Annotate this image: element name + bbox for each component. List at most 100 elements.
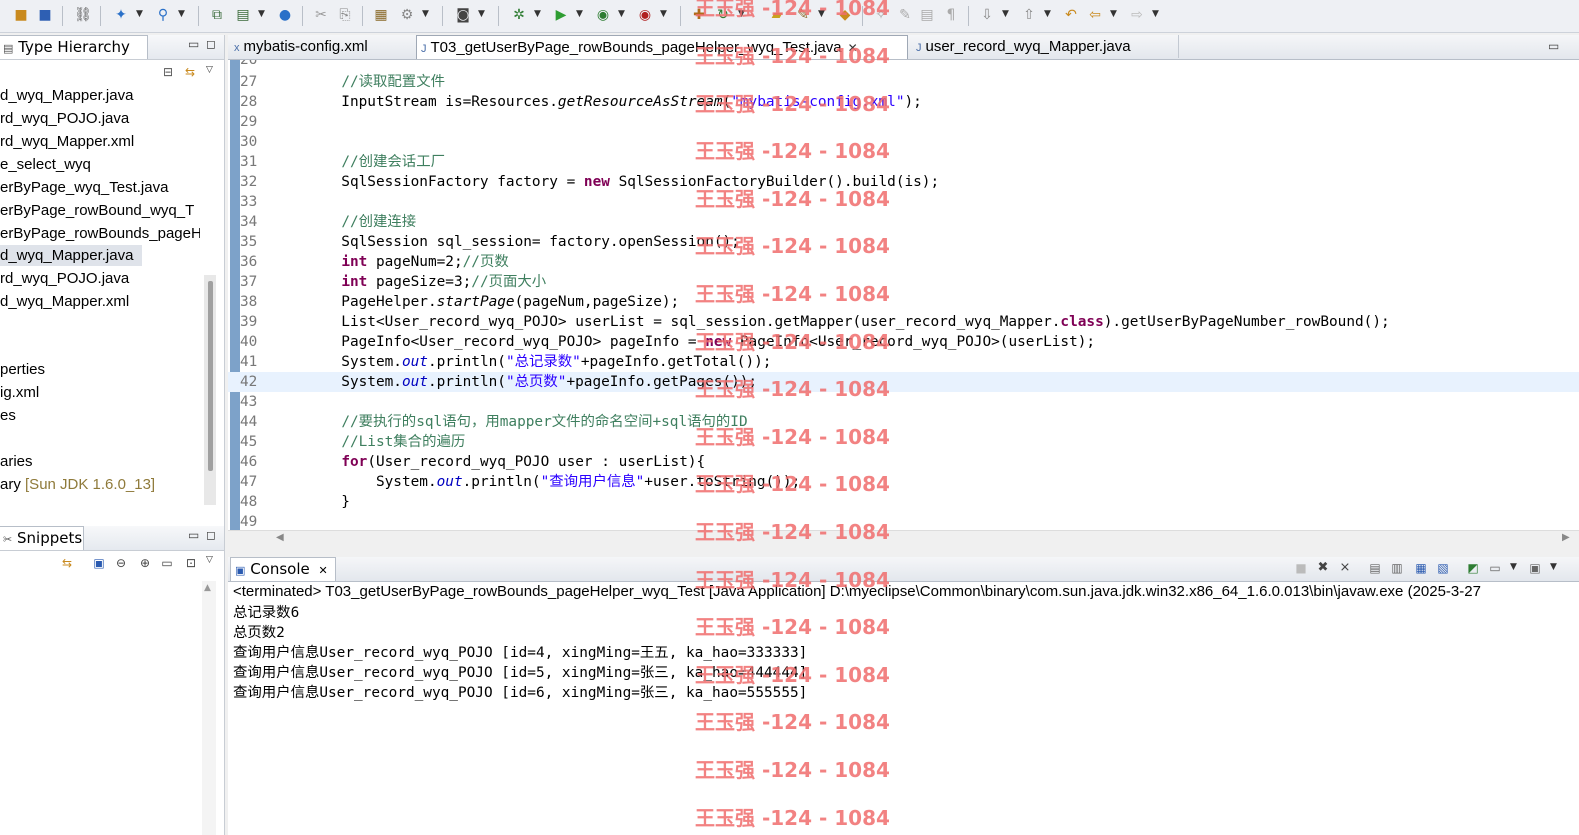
wand-icon[interactable]: ✦ xyxy=(112,6,130,24)
zoom-in-icon[interactable]: ⊕ xyxy=(136,554,154,572)
class-icon[interactable]: ■ xyxy=(36,6,54,24)
tree-item[interactable]: rd_wyq_POJO.java xyxy=(0,268,200,289)
code-line[interactable]: 38 PageHelper.startPage(pageNum,pageSize… xyxy=(228,292,1579,312)
chevron-down-icon[interactable]: ▼ xyxy=(1152,9,1159,19)
chevron-down-icon[interactable]: ▼ xyxy=(660,9,667,19)
code-line[interactable]: 37 int pageSize=3;//页面大小 xyxy=(228,272,1579,292)
chevron-down-icon[interactable]: ▼ xyxy=(576,9,583,19)
tab-test-java[interactable]: J T03_getUserByPage_rowBounds_pageHelper_… xyxy=(416,35,908,59)
console-output[interactable]: <terminated> T03_getUserByPage_rowBounds… xyxy=(228,582,1579,835)
camera-icon[interactable]: ◙ xyxy=(454,6,472,24)
tab-console[interactable]: ▣ Console ✕ xyxy=(230,557,336,581)
refresh-icon[interactable]: ↻ xyxy=(714,6,732,24)
chevron-down-icon[interactable]: ▼ xyxy=(618,9,625,19)
annotate-icon[interactable]: ✧ xyxy=(872,6,890,24)
chevron-down-icon[interactable]: ▼ xyxy=(1002,9,1009,19)
chevron-down-icon[interactable]: ▼ xyxy=(818,9,825,19)
code-line[interactable]: 46 for(User_record_wyq_POJO user : userL… xyxy=(228,452,1579,472)
chevron-down-icon[interactable]: ▼ xyxy=(258,9,265,19)
gear-icon[interactable]: ⚙ xyxy=(398,6,416,24)
code-line[interactable]: 32 SqlSessionFactory factory = new SqlSe… xyxy=(228,172,1579,192)
code-line[interactable]: 26 xyxy=(228,60,1579,70)
pin-console-icon[interactable]: ◩ xyxy=(1464,559,1482,577)
tree-item[interactable]: erByPage_wyq_Test.java xyxy=(0,177,200,198)
pin-icon[interactable]: ◆ xyxy=(836,6,854,24)
clear-console-icon[interactable]: ▤ xyxy=(1366,559,1384,577)
chevron-down-icon[interactable]: ▼ xyxy=(478,9,485,19)
show-stderr-icon[interactable]: ▧ xyxy=(1434,559,1452,577)
list-icon[interactable]: ▤ xyxy=(918,6,936,24)
tab-mybatis-config[interactable]: x mybatis-config.xml xyxy=(230,35,418,58)
chevron-down-icon[interactable]: ▼ xyxy=(178,9,185,19)
tree-item-jre[interactable]: ary [Sun JDK 1.6.0_13] xyxy=(0,474,200,495)
code-line[interactable]: 31 //创建会话工厂 xyxy=(228,152,1579,172)
terminate-icon[interactable]: ■ xyxy=(1292,559,1310,577)
scroll-up-icon[interactable]: ▲ xyxy=(204,583,211,593)
chevron-down-icon[interactable]: ▼ xyxy=(422,9,429,19)
code-line-current[interactable]: 42 System.out.println("总页数"+pageInfo.get… xyxy=(228,372,1579,392)
chevron-down-icon[interactable]: ▼ xyxy=(1044,9,1051,19)
paragraph-icon[interactable]: ¶ xyxy=(942,6,960,24)
minimize-icon[interactable]: ▭ xyxy=(188,528,199,542)
tree-item[interactable]: es xyxy=(0,405,200,426)
nav-icon[interactable]: ⇩ xyxy=(978,6,996,24)
zoom-100-icon[interactable]: ▭ xyxy=(158,554,176,572)
code-line[interactable]: 40 PageInfo<User_record_wyq_POJO> pageIn… xyxy=(228,332,1579,352)
remove-all-icon[interactable]: ⨯ xyxy=(1336,559,1354,577)
scroll-lock-icon[interactable]: ▥ xyxy=(1388,559,1406,577)
show-stdout-icon[interactable]: ▦ xyxy=(1412,559,1430,577)
close-icon[interactable]: ✕ xyxy=(848,41,858,55)
editor-horizontal-scrollbar[interactable]: ◀ ▶ xyxy=(228,530,1579,548)
code-line[interactable]: 28 InputStream is=Resources.getResourceA… xyxy=(228,92,1579,112)
pencil-icon[interactable]: ✎ xyxy=(794,6,812,24)
chevron-down-icon[interactable]: ▼ xyxy=(136,9,143,19)
code-line[interactable]: 36 int pageNum=2;//页数 xyxy=(228,252,1579,272)
chevron-down-icon[interactable]: ▼ xyxy=(1550,562,1557,572)
chevron-down-icon[interactable]: ▼ xyxy=(1510,562,1517,572)
display-console-icon[interactable]: ▭ xyxy=(1486,559,1504,577)
code-line[interactable]: 45 //List集合的遍历 xyxy=(228,432,1579,452)
tab-type-hierarchy[interactable]: ▤ Type Hierarchy xyxy=(0,35,148,59)
external-tools-icon[interactable]: ◉ xyxy=(636,6,654,24)
code-line[interactable]: 49 xyxy=(228,512,1579,530)
code-line[interactable]: 43 xyxy=(228,392,1579,412)
zoom-out-icon[interactable]: ⊖ xyxy=(112,554,130,572)
minimize-icon[interactable]: ▭ xyxy=(1548,39,1559,53)
code-line[interactable]: 27 //读取配置文件 xyxy=(228,72,1579,92)
scrollbar-thumb[interactable] xyxy=(208,281,213,471)
edit-icon[interactable]: ✎ xyxy=(896,6,914,24)
run-icon[interactable]: ▶ xyxy=(552,6,570,24)
maximize-icon[interactable]: ◻ xyxy=(206,37,216,51)
code-line[interactable]: 48 } xyxy=(228,492,1579,512)
fit-icon[interactable]: ⊡ xyxy=(182,554,200,572)
chevron-down-icon[interactable]: ▼ xyxy=(1110,9,1117,19)
code-line[interactable]: 30 xyxy=(228,132,1579,152)
paste-icon[interactable]: ⎘ xyxy=(336,6,354,24)
tree-scrollbar[interactable] xyxy=(204,275,216,505)
tree-item[interactable]: ig.xml xyxy=(0,382,200,403)
minimize-icon[interactable]: ▭ xyxy=(188,37,199,51)
code-line[interactable]: 29 xyxy=(228,112,1579,132)
maximize-icon[interactable]: ◻ xyxy=(206,528,216,542)
view-menu-icon[interactable]: ▽ xyxy=(206,65,213,75)
chevron-down-icon[interactable]: ▼ xyxy=(534,9,541,19)
debug-icon[interactable]: ✲ xyxy=(510,6,528,24)
tree-item[interactable]: d_wyq_Mapper.java xyxy=(0,85,200,106)
tree-item[interactable]: rd_wyq_POJO.java xyxy=(0,108,200,129)
globe-icon[interactable]: ● xyxy=(276,6,294,24)
collapse-all-icon[interactable]: ⊟ xyxy=(159,63,177,81)
package-icon[interactable]: ■ xyxy=(12,6,30,24)
deploy-icon[interactable]: ⧉ xyxy=(208,6,226,24)
code-line[interactable]: 35 SqlSession sql_session= factory.openS… xyxy=(228,232,1579,252)
code-line[interactable]: 39 List<User_record_wyq_POJO> userList =… xyxy=(228,312,1579,332)
forward-icon[interactable]: ⇨ xyxy=(1128,6,1146,24)
scroll-left-icon[interactable]: ◀ xyxy=(276,532,284,543)
tree-item[interactable]: rd_wyq_Mapper.xml xyxy=(0,131,200,152)
search-icon[interactable]: ⚲ xyxy=(154,6,172,24)
nav-icon[interactable]: ⇧ xyxy=(1020,6,1038,24)
server-icon[interactable]: ▤ xyxy=(234,6,252,24)
chevron-down-icon[interactable]: ▼ xyxy=(738,9,745,19)
tab-snippets[interactable]: ✂ Snippets xyxy=(0,526,84,550)
tab-mapper-java[interactable]: Juser_record_wyq_Mapper.java xyxy=(912,35,1179,58)
code-line[interactable]: 41 System.out.println("总记录数"+pageInfo.ge… xyxy=(228,352,1579,372)
